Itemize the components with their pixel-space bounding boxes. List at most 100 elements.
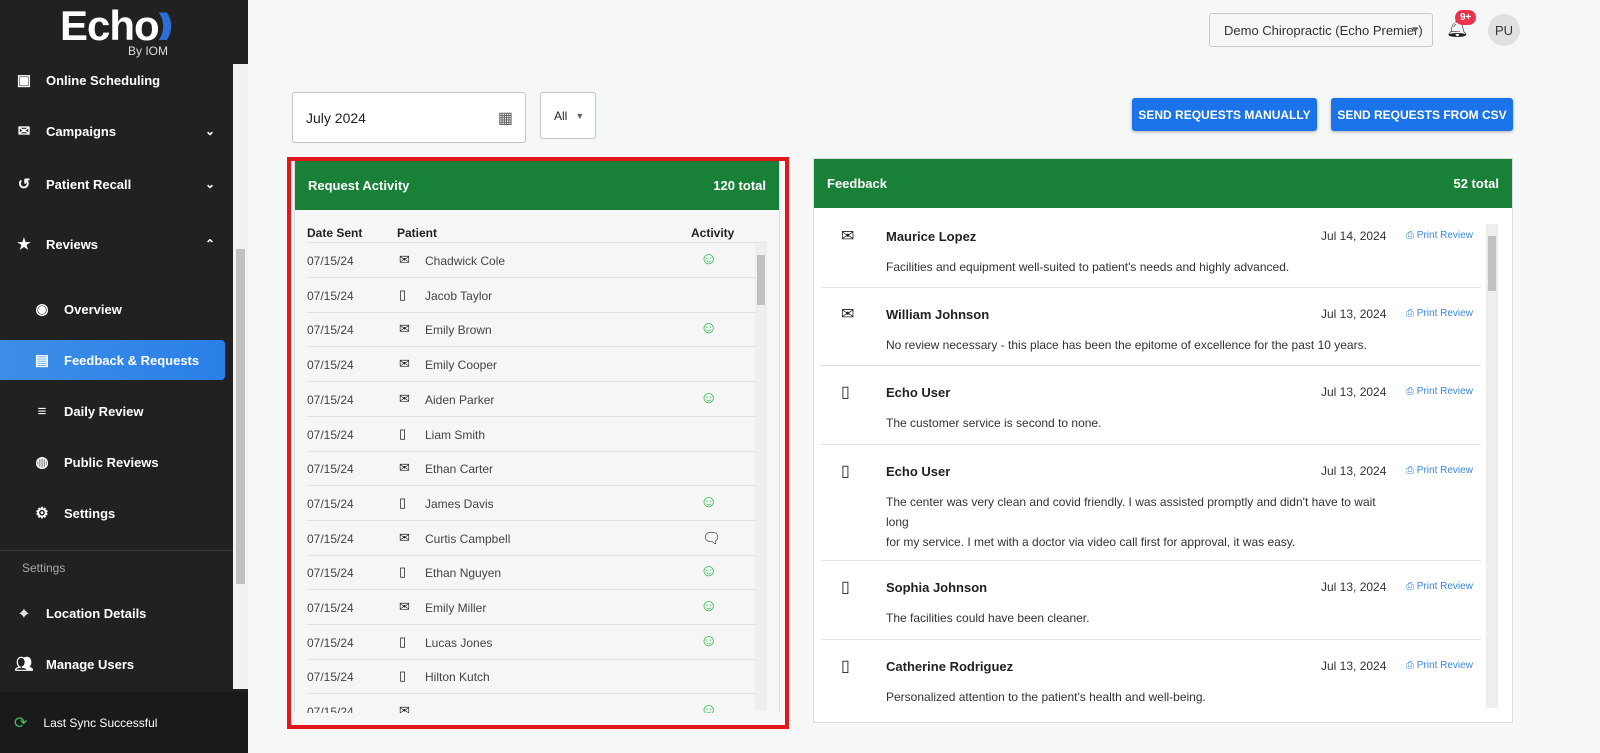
sidebar-item-label: Overview bbox=[64, 301, 122, 317]
review-date: Jul 13, 2024 bbox=[1321, 385, 1387, 399]
feedback-item: ▯ Echo User Jul 13, 2024 ⎙ Print Review … bbox=[821, 445, 1481, 561]
phone-icon: ▯ bbox=[841, 579, 850, 596]
sidebar: Echo)) By IOM ▣ Online Scheduling ✉ Campaig… bbox=[0, 0, 248, 753]
review-date: Jul 13, 2024 bbox=[1321, 464, 1387, 478]
sidebar-item-manage-users[interactable]: 👥︎ Manage Users bbox=[0, 644, 225, 684]
reviewer-name: Echo User bbox=[886, 464, 951, 479]
notification-badge: 9+ bbox=[1455, 10, 1477, 25]
phone-icon: ▯ bbox=[841, 658, 850, 675]
calendar-icon: ▣ bbox=[16, 72, 32, 89]
sidebar-item-label: Online Scheduling bbox=[46, 72, 161, 88]
print-review-link[interactable]: ⎙ Print Review bbox=[1406, 581, 1473, 592]
sidebar-item-label: Feedback & Requests bbox=[64, 352, 200, 368]
review-date: Jul 14, 2024 bbox=[1321, 229, 1387, 243]
print-review-link[interactable]: ⎙ Print Review bbox=[1406, 386, 1473, 397]
chevron-up-icon[interactable]: ⌃ bbox=[205, 237, 215, 251]
send-requests-csv-button[interactable]: SEND REQUESTS FROM CSV bbox=[1331, 98, 1513, 131]
print-review-link[interactable]: ⎙ Print Review bbox=[1406, 308, 1473, 319]
month-value: July 2024 bbox=[306, 109, 366, 126]
calendar-icon[interactable]: ▦ bbox=[498, 108, 513, 128]
review-text: Personalized attention to the patient's … bbox=[886, 690, 1206, 704]
panel-title: Feedback bbox=[827, 176, 887, 191]
logo-tagline: By IOM bbox=[128, 44, 169, 58]
feedback-item: ▯ Sophia Johnson Jul 13, 2024 ⎙ Print Re… bbox=[821, 561, 1481, 640]
print-review-link[interactable]: ⎙ Print Review bbox=[1406, 465, 1473, 476]
avatar[interactable]: PU bbox=[1488, 14, 1520, 46]
sidebar-item-label: Settings bbox=[64, 505, 116, 521]
phone-icon: ▯ bbox=[841, 384, 850, 401]
chevron-down-icon[interactable]: ⌄ bbox=[205, 124, 215, 138]
review-text: The customer service is second to none. bbox=[886, 416, 1102, 430]
print-review-link[interactable]: ⎙ Print Review bbox=[1406, 230, 1473, 241]
sidebar-item-label: Public Reviews bbox=[64, 454, 159, 470]
sidebar-item-label: Campaigns bbox=[46, 123, 117, 139]
mail-icon: ✉ bbox=[17, 123, 31, 140]
echo-logo: Echo)) bbox=[60, 2, 173, 49]
sync-status: ⟳ Last Sync Successful bbox=[0, 692, 248, 753]
sidebar-scrollbar[interactable] bbox=[233, 64, 248, 689]
review-text: Facilities and equipment well-suited to … bbox=[886, 260, 1290, 274]
print-review-link[interactable]: ⎙ Print Review bbox=[1406, 660, 1473, 671]
sidebar-item-public-reviews[interactable]: ◍ Public Reviews bbox=[0, 442, 225, 482]
review-date: Jul 13, 2024 bbox=[1321, 659, 1387, 673]
review-text: No review necessary - this place has bee… bbox=[886, 338, 1367, 352]
sidebar-item-feedback-requests[interactable]: ▤ Feedback & Requests bbox=[0, 340, 225, 380]
sidebar-item-campaigns[interactable]: ✉ Campaigns ⌄ bbox=[0, 111, 225, 151]
sidebar-item-label: Reviews bbox=[46, 236, 99, 252]
printer-icon: ⎙ bbox=[1406, 308, 1417, 319]
type-filter-value: All bbox=[554, 108, 568, 123]
caret-down-icon: ▼ bbox=[1410, 24, 1420, 36]
phone-icon: ▯ bbox=[841, 463, 850, 480]
review-text: The facilities could have been cleaner. bbox=[886, 611, 1090, 625]
reviewer-name: Sophia Johnson bbox=[886, 580, 988, 595]
sidebar-item-daily-review[interactable]: ≡ Daily Review bbox=[0, 391, 225, 431]
chevron-down-icon[interactable]: ⌄ bbox=[205, 177, 215, 191]
history-icon: ↺ bbox=[17, 176, 31, 193]
printer-icon: ⎙ bbox=[1406, 230, 1417, 241]
eye-icon: ◉ bbox=[35, 301, 49, 318]
type-filter-select[interactable]: All ▼ bbox=[540, 92, 596, 139]
globe-icon: ◍ bbox=[35, 454, 49, 471]
feedback-item: ▯ Echo User Jul 13, 2024 ⎙ Print Review … bbox=[821, 366, 1481, 445]
feedback-scrollbar[interactable] bbox=[1486, 224, 1498, 708]
location-select[interactable]: Demo Chiropractic (Echo Premier) ▼ bbox=[1209, 13, 1433, 47]
list-icon: ≡ bbox=[37, 402, 47, 420]
sidebar-item-label: Manage Users bbox=[46, 656, 135, 672]
printer-icon: ⎙ bbox=[1406, 581, 1417, 592]
reviewer-name: Catherine Rodriguez bbox=[886, 659, 1014, 674]
reviewer-name: Echo User bbox=[886, 385, 951, 400]
sync-status-text: Last Sync Successful bbox=[43, 715, 158, 730]
review-date: Jul 13, 2024 bbox=[1321, 580, 1387, 594]
reviewer-name: William Johnson bbox=[886, 307, 990, 322]
highlight-box bbox=[287, 157, 789, 729]
sidebar-item-reviews[interactable]: ★ Reviews ⌃ bbox=[0, 224, 225, 264]
sidebar-item-label: Patient Recall bbox=[46, 176, 132, 192]
feedback-icon: ▤ bbox=[34, 352, 50, 369]
review-date: Jul 13, 2024 bbox=[1321, 307, 1387, 321]
mail-icon: ✉ bbox=[841, 306, 855, 323]
send-requests-manually-button[interactable]: SEND REQUESTS MANUALLY bbox=[1132, 98, 1317, 131]
reviewer-name: Maurice Lopez bbox=[886, 229, 977, 244]
sidebar-item-overview[interactable]: ◉ Overview bbox=[0, 289, 225, 329]
location-value: Demo Chiropractic (Echo Premier) bbox=[1224, 22, 1423, 38]
sidebar-item-location-details[interactable]: ⌖ Location Details bbox=[0, 593, 225, 633]
divider bbox=[0, 550, 233, 551]
feedback-item: ✉ William Johnson Jul 13, 2024 ⎙ Print R… bbox=[821, 288, 1481, 366]
gear-icon: ⚙ bbox=[35, 505, 49, 522]
feedback-item: ✉ Maurice Lopez Jul 14, 2024 ⎙ Print Rev… bbox=[821, 210, 1481, 288]
printer-icon: ⎙ bbox=[1406, 660, 1417, 671]
printer-icon: ⎙ bbox=[1406, 386, 1417, 397]
sidebar-item-label: Daily Review bbox=[64, 403, 144, 419]
section-label: Settings bbox=[22, 561, 66, 575]
mail-icon: ✉ bbox=[841, 228, 855, 245]
sidebar-item-settings[interactable]: ⚙ Settings bbox=[0, 493, 225, 533]
sidebar-item-online-scheduling[interactable]: ▣ Online Scheduling bbox=[0, 60, 225, 100]
sync-icon: ⟳ bbox=[14, 714, 28, 732]
month-picker[interactable]: July 2024 ▦ bbox=[292, 92, 526, 143]
review-text: The center was very clean and covid frie… bbox=[886, 495, 1376, 549]
total-count: 52 total bbox=[1453, 176, 1499, 191]
sidebar-item-patient-recall[interactable]: ↺ Patient Recall ⌄ bbox=[0, 164, 225, 204]
users-icon: 👥︎ bbox=[14, 656, 34, 673]
sidebar-item-label: Location Details bbox=[46, 605, 147, 621]
printer-icon: ⎙ bbox=[1406, 465, 1417, 476]
